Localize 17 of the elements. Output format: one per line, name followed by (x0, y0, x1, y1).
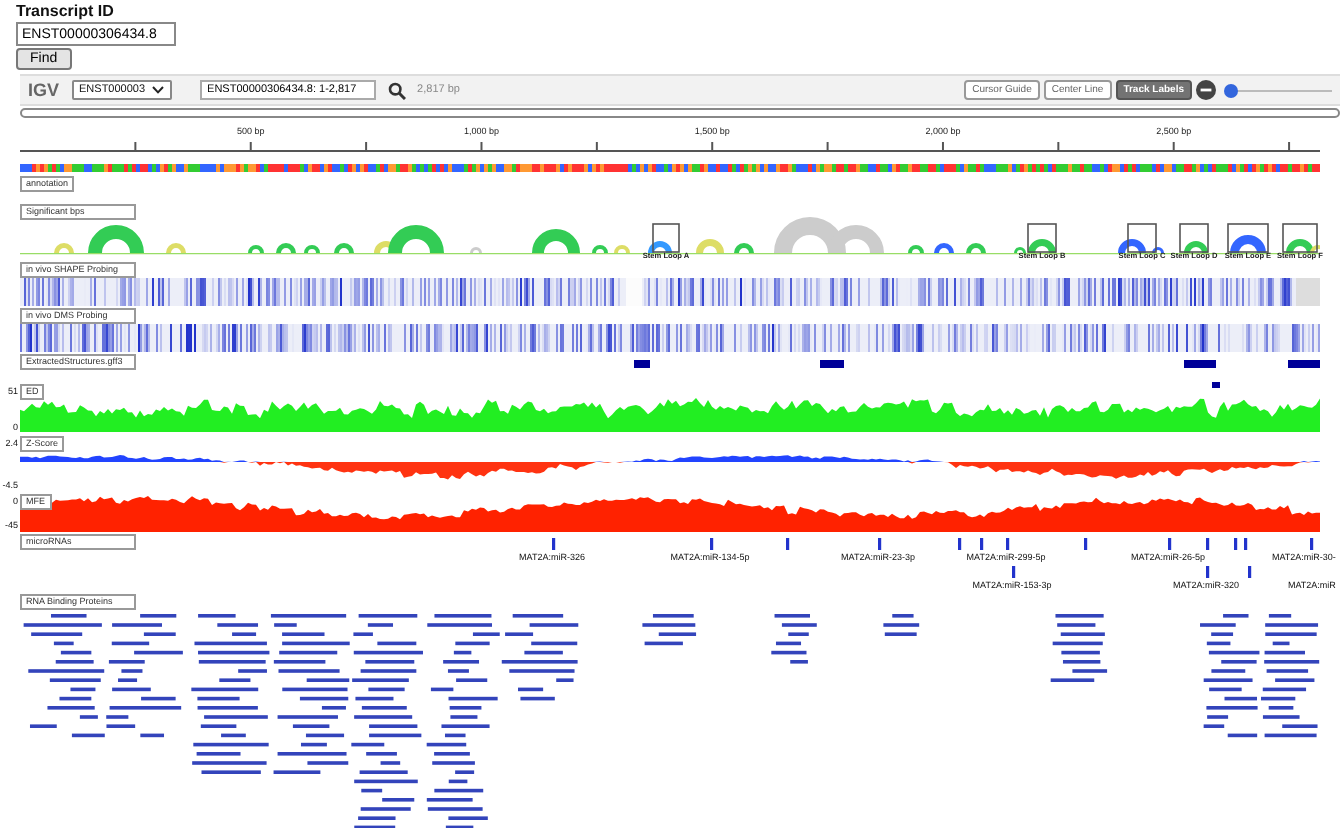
igv-logo: IGV (28, 80, 60, 100)
zoom-out-icon[interactable] (1196, 80, 1216, 100)
structure-feature-bar (820, 360, 844, 368)
transcript-id-label: Transcript ID (16, 2, 114, 20)
structure-feature-bar (1288, 360, 1320, 368)
stem-loop-frame (1282, 223, 1318, 253)
stem-loop-frame (1027, 223, 1057, 253)
stem-loop-frame (1179, 223, 1209, 253)
stem-loop-frame (652, 223, 680, 253)
structure-feature-bar (1184, 360, 1216, 368)
chevron-down-icon (151, 86, 164, 94)
structure-feature-bar (1212, 382, 1220, 388)
zoom-slider-thumb[interactable] (1224, 83, 1239, 97)
stem-loop-frame (1227, 223, 1269, 253)
stem-loop-frame (1127, 223, 1157, 253)
search-icon[interactable] (387, 81, 406, 99)
structure-feature-bar (634, 360, 650, 368)
